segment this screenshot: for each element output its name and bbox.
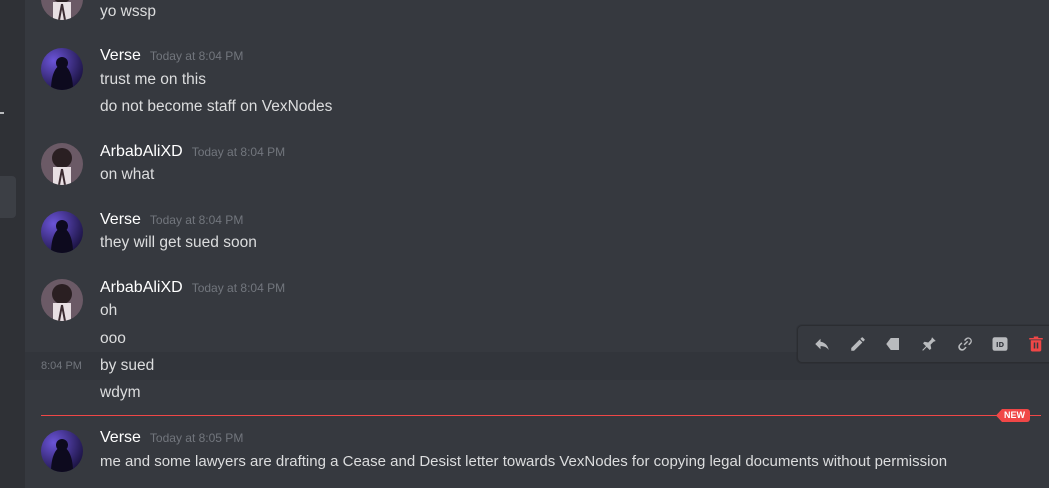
copy-id-icon[interactable]: ID: [986, 330, 1014, 358]
avatar[interactable]: [41, 143, 83, 185]
message-header: ArbabAliXD Today at 8:04 PM: [100, 143, 285, 161]
new-messages-divider: [41, 415, 1041, 416]
message-text: ooo: [100, 330, 126, 347]
message-text: by sued: [100, 357, 155, 374]
avatar[interactable]: [41, 48, 83, 90]
sidebar-divider: [0, 112, 4, 114]
copy-id-label: ID: [996, 341, 1005, 349]
chat-messages: yo wssp Verse Today at 8:04 PM trust me …: [25, 0, 1049, 488]
avatar[interactable]: [41, 430, 83, 472]
message-header: Verse Today at 8:05 PM: [100, 429, 243, 447]
message-text: on what: [100, 166, 155, 183]
timestamp[interactable]: Today at 8:04 PM: [192, 145, 285, 159]
message-text: do not become staff on VexNodes: [100, 98, 333, 115]
username[interactable]: Verse: [100, 47, 141, 65]
avatar[interactable]: [41, 279, 83, 321]
avatar[interactable]: [41, 211, 83, 253]
copy-link-icon[interactable]: [951, 330, 979, 358]
message-text: yo wssp: [100, 3, 156, 20]
username[interactable]: Verse: [100, 211, 141, 229]
hover-timestamp: 8:04 PM: [41, 360, 82, 372]
sidebar-selected-item[interactable]: [0, 176, 16, 218]
message-text: trust me on this: [100, 71, 206, 88]
timestamp[interactable]: Today at 8:04 PM: [150, 213, 243, 227]
message-header: Verse Today at 8:04 PM: [100, 47, 243, 65]
message-header: Verse Today at 8:04 PM: [100, 211, 243, 229]
message-text: oh: [100, 302, 118, 319]
new-messages-badge: NEW: [996, 409, 1030, 422]
forward-icon[interactable]: [879, 330, 907, 358]
username[interactable]: ArbabAliXD: [100, 143, 183, 161]
avatar[interactable]: [41, 0, 83, 20]
message-text: wdym: [100, 384, 141, 401]
message-actions-toolbar: ID: [797, 325, 1049, 363]
message-text: me and some lawyers are drafting a Cease…: [100, 453, 948, 470]
timestamp[interactable]: Today at 8:05 PM: [150, 431, 243, 445]
channel-sidebar-edge: [0, 0, 25, 488]
timestamp[interactable]: Today at 8:04 PM: [192, 281, 285, 295]
reply-icon[interactable]: [808, 330, 836, 358]
message-text: they will get sued soon: [100, 234, 257, 251]
username[interactable]: ArbabAliXD: [100, 279, 183, 297]
pin-icon[interactable]: [915, 330, 943, 358]
timestamp[interactable]: Today at 8:04 PM: [150, 49, 243, 63]
edit-icon[interactable]: [844, 330, 872, 358]
message-header: ArbabAliXD Today at 8:04 PM: [100, 279, 285, 297]
delete-icon[interactable]: [1022, 330, 1049, 358]
username[interactable]: Verse: [100, 429, 141, 447]
